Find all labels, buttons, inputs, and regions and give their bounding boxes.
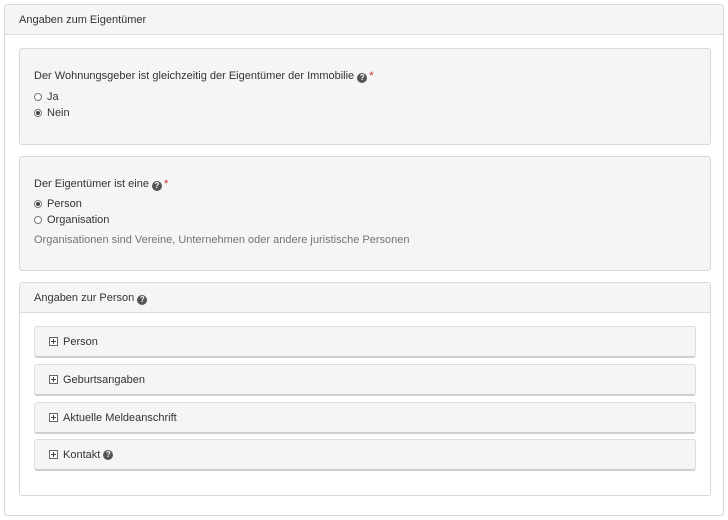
owner-section: Angaben zum Eigentümer Der Wohnungsgeber… bbox=[4, 4, 724, 516]
required-marker: * bbox=[369, 70, 374, 82]
owner-question-well: Der Wohnungsgeber ist gleichzeitig der E… bbox=[19, 48, 711, 145]
radio-person[interactable]: Person bbox=[34, 198, 82, 210]
radio-ja-circle[interactable] bbox=[34, 93, 42, 101]
accordion-meldeanschrift[interactable]: Aktuelle Meldeanschrift bbox=[34, 402, 696, 434]
radio-ja-label: Ja bbox=[47, 91, 59, 103]
plus-square-icon[interactable] bbox=[49, 413, 58, 422]
person-panel: Angaben zur Person? Person Geburtsangabe… bbox=[19, 282, 711, 496]
question-circle-icon[interactable]: ? bbox=[103, 450, 114, 460]
radio-person-circle[interactable] bbox=[34, 200, 42, 208]
accordion-geburtsangaben-label: Geburtsangaben bbox=[63, 374, 145, 386]
owner-question-label: Der Wohnungsgeber ist gleichzeitig der E… bbox=[34, 70, 373, 83]
radio-organisation[interactable]: Organisation bbox=[34, 214, 109, 226]
section-title: Angaben zum Eigentümer bbox=[5, 5, 723, 35]
person-panel-header: Angaben zur Person? bbox=[20, 283, 710, 313]
owner-type-hint: Organisationen sind Vereine, Unternehmen… bbox=[34, 234, 410, 246]
accordion-meldeanschrift-label: Aktuelle Meldeanschrift bbox=[63, 412, 177, 424]
owner-question-text: Der Wohnungsgeber ist gleichzeitig der E… bbox=[34, 70, 355, 82]
accordion-kontakt[interactable]: Kontakt? bbox=[34, 439, 696, 471]
radio-organisation-circle[interactable] bbox=[34, 216, 42, 224]
radio-organisation-label: Organisation bbox=[47, 214, 110, 226]
radio-nein-circle[interactable] bbox=[34, 109, 42, 117]
accordion-person-label: Person bbox=[63, 336, 98, 348]
plus-square-icon[interactable] bbox=[49, 450, 58, 459]
owner-type-well: Der Eigentümer ist eine? * Person Organis… bbox=[19, 156, 711, 271]
question-circle-icon[interactable]: ? bbox=[137, 295, 148, 305]
radio-ja[interactable]: Ja bbox=[34, 91, 59, 103]
person-panel-title: Angaben zur Person bbox=[34, 292, 135, 304]
radio-nein-label: Nein bbox=[47, 107, 70, 119]
accordion-person[interactable]: Person bbox=[34, 326, 696, 358]
accordion-geburtsangaben[interactable]: Geburtsangaben bbox=[34, 364, 696, 396]
required-marker: * bbox=[163, 178, 169, 190]
owner-type-label: Der Eigentümer ist eine? * bbox=[34, 178, 168, 191]
accordion-kontakt-label: Kontakt bbox=[63, 449, 101, 461]
plus-square-icon[interactable] bbox=[49, 337, 58, 346]
question-circle-icon[interactable]: ? bbox=[357, 73, 368, 83]
plus-square-icon[interactable] bbox=[49, 375, 58, 384]
question-circle-icon[interactable]: ? bbox=[151, 181, 162, 191]
owner-type-text: Der Eigentümer ist eine bbox=[34, 178, 149, 190]
radio-person-label: Person bbox=[47, 198, 82, 210]
radio-nein[interactable]: Nein bbox=[34, 107, 70, 119]
